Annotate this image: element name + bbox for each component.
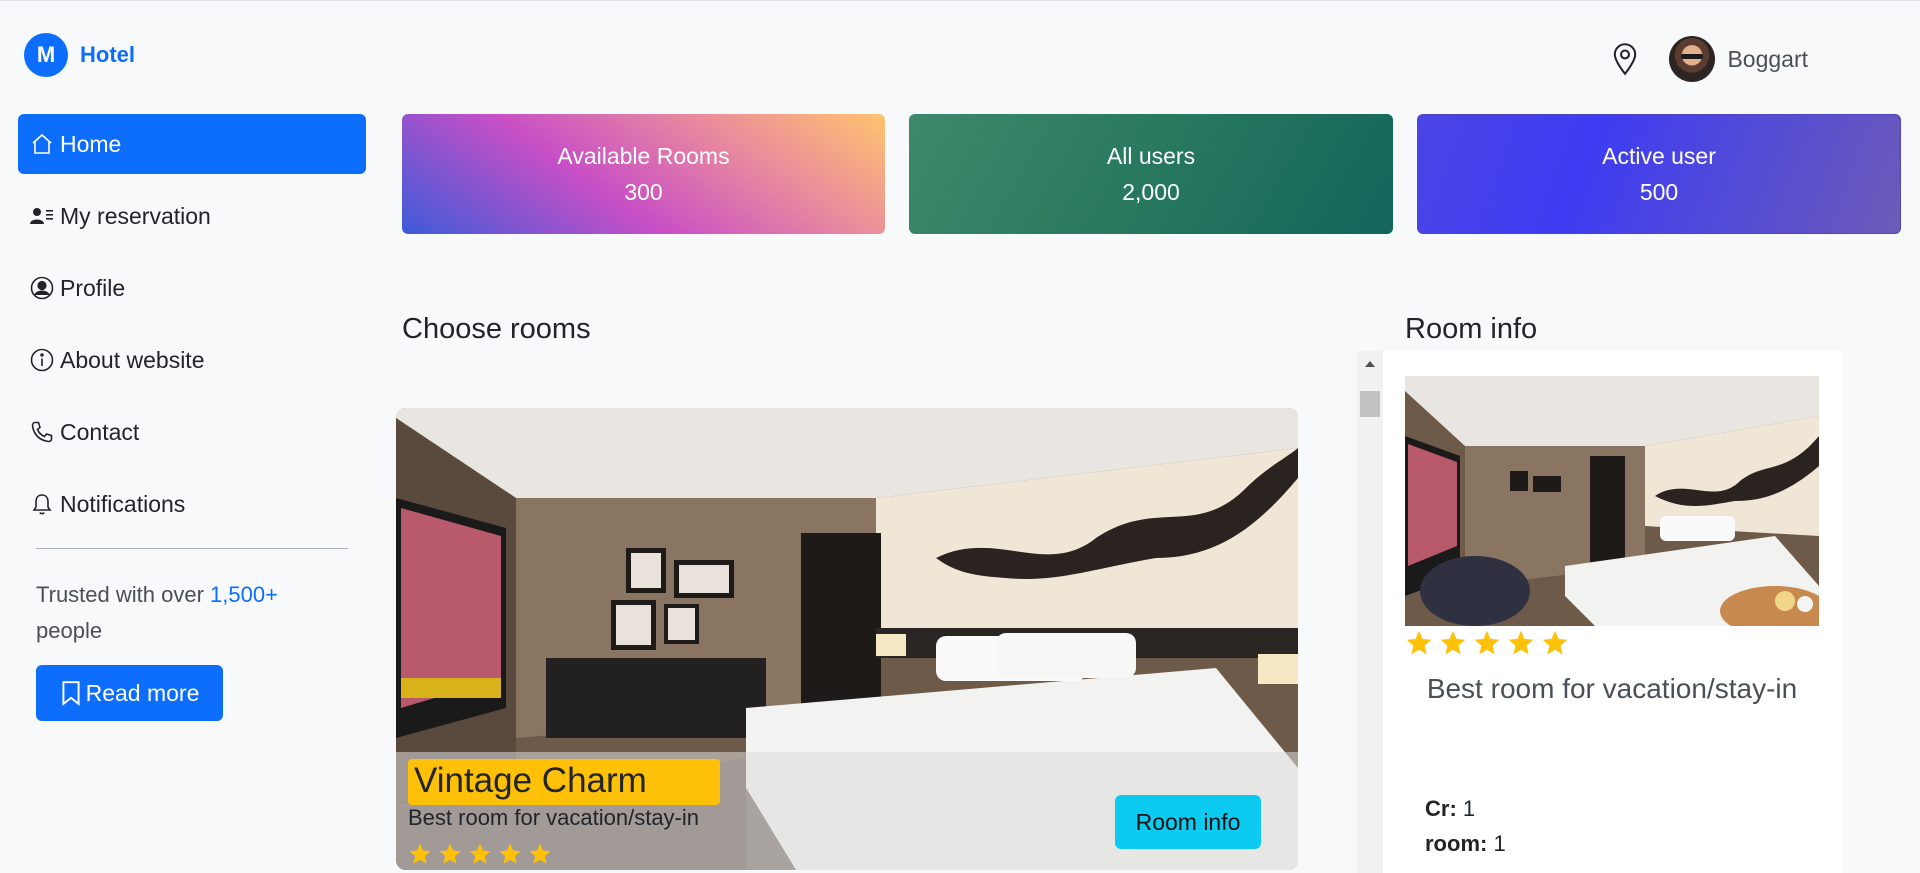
stat-card-all-users: All users 2,000	[909, 114, 1393, 234]
star-icon	[439, 843, 461, 864]
sidebar-item-label: My reservation	[60, 202, 211, 229]
sidebar-item-label: Profile	[60, 274, 126, 301]
star-icon	[1542, 630, 1568, 655]
avatar[interactable]	[1669, 36, 1716, 82]
star-icon	[529, 843, 551, 864]
room-info-scrollbar[interactable]	[1357, 351, 1383, 873]
sidebar-item-home[interactable]: Home	[18, 114, 366, 174]
sidebar-item-label: About website	[60, 346, 205, 373]
choose-rooms-title: Choose rooms	[402, 313, 591, 345]
stat-value: 300	[624, 179, 663, 205]
sidebar-divider	[36, 548, 348, 549]
room-info-photo	[1405, 376, 1819, 626]
info-circle-icon	[30, 348, 54, 372]
sidebar-item-notifications[interactable]: Notifications	[18, 474, 366, 534]
room-info-photo-scene	[1405, 376, 1819, 626]
cr-label: Cr:	[1425, 796, 1457, 821]
room-info-button[interactable]: Room info	[1115, 795, 1261, 849]
room-info-room-row: room: 1	[1425, 831, 1506, 857]
location-pin-icon[interactable]	[1611, 42, 1639, 76]
stat-label: Available Rooms	[557, 143, 730, 169]
bell-icon	[32, 494, 52, 515]
stat-card-available-rooms: Available Rooms 300	[402, 114, 885, 234]
sidebar-item-label: Notifications	[60, 490, 186, 517]
scroll-thumb[interactable]	[1360, 391, 1380, 417]
stat-value: 500	[1639, 179, 1679, 205]
brand-logo: M	[24, 33, 68, 77]
room-info-cr-row: Cr: 1	[1425, 796, 1475, 822]
room-info-description: Best room for vacation/stay-in	[1426, 673, 1798, 704]
read-more-label: Read more	[85, 679, 200, 706]
trusted-count: 1,500+	[210, 582, 278, 607]
stat-card-active-user: Active user 500	[1417, 114, 1901, 234]
brand[interactable]: M Hotel	[24, 33, 135, 77]
star-icon	[1406, 630, 1432, 655]
stat-value: 2,000	[1122, 179, 1180, 205]
star-icon	[1508, 630, 1534, 655]
sidebar-item-my-reservation[interactable]: My reservation	[18, 186, 366, 246]
room-name-badge: Vintage Charm	[408, 759, 720, 805]
room-rating	[408, 842, 552, 866]
room-info-title: Room info	[1405, 313, 1538, 345]
scroll-up-arrow-icon[interactable]	[1365, 361, 1375, 367]
bookmark-icon	[62, 681, 80, 706]
house-icon	[32, 133, 52, 154]
star-icon	[1474, 630, 1500, 655]
user-name[interactable]: Boggart	[1727, 46, 1808, 73]
sidebar: Home My reservation Profile About websit…	[18, 114, 366, 721]
person-circle-icon	[30, 276, 54, 300]
telephone-icon	[31, 421, 53, 443]
sidebar-item-profile[interactable]: Profile	[18, 258, 366, 318]
trusted-suffix: people	[36, 618, 103, 643]
sidebar-item-label: Contact	[60, 418, 140, 445]
cr-value: 1	[1462, 796, 1476, 821]
room-card[interactable]: Vintage Charm Best room for vacation/sta…	[396, 408, 1298, 870]
person-lines-icon	[30, 208, 53, 224]
room-description: Best room for vacation/stay-in	[408, 805, 700, 830]
room-label: room:	[1425, 831, 1488, 856]
star-icon	[499, 843, 521, 864]
stat-label: All users	[1106, 143, 1196, 169]
sidebar-item-about-website[interactable]: About website	[18, 330, 366, 390]
sidebar-item-contact[interactable]: Contact	[18, 402, 366, 462]
brand-name: Hotel	[80, 42, 135, 67]
room-info-panel: Best room for vacation/stay-in Cr: 1 roo…	[1383, 351, 1843, 873]
trusted-prefix: Trusted with over	[36, 582, 204, 607]
header-user-area: Boggart	[1611, 36, 1808, 82]
read-more-button[interactable]: Read more	[36, 665, 223, 721]
star-icon	[469, 843, 491, 864]
room-value: 1	[1493, 831, 1506, 856]
stat-label: Active user	[1602, 143, 1716, 169]
sidebar-item-label: Home	[60, 130, 122, 157]
trusted-text: Trusted with over 1,500+ people	[36, 577, 336, 649]
star-icon	[409, 843, 431, 864]
room-info-rating	[1405, 629, 1569, 657]
star-icon	[1440, 630, 1466, 655]
